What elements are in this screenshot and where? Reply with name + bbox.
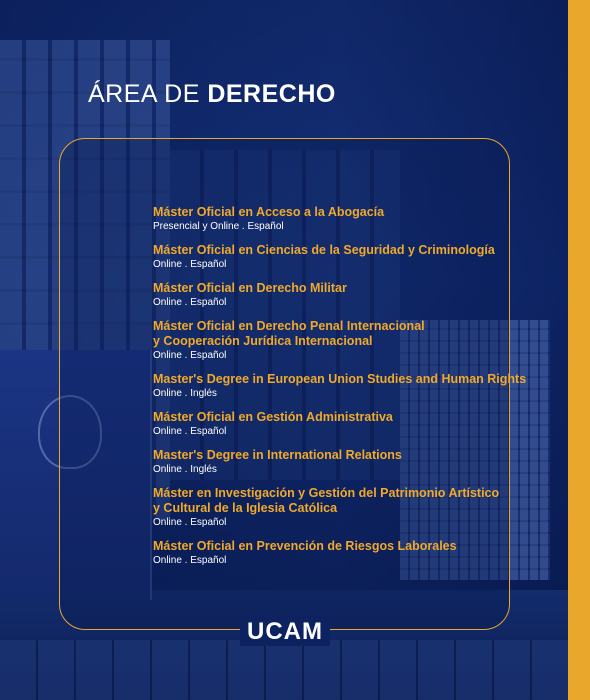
program-item: Máster Oficial en Gestión Administrativa… [153,410,533,438]
program-name: Máster en Investigación y Gestión del Pa… [153,486,533,516]
program-meta: Presencial y Online . Español [153,221,284,232]
program-meta: Online . Español [153,259,227,270]
program-name: Máster Oficial en Derecho Penal Internac… [153,319,533,349]
program-name-line: y Cooperación Jurídica Internacional [153,334,373,348]
ground-tiles [0,640,568,700]
program-name: Máster Oficial en Ciencias de la Segurid… [153,243,533,258]
program-name: Máster Oficial en Gestión Administrativa [153,410,533,425]
program-name-line: Máster Oficial en Acceso a la Abogacía [153,205,385,219]
program-name: Máster Oficial en Prevención de Riesgos … [153,539,533,554]
program-meta: Online . Español [153,350,227,361]
accent-bar [568,0,590,700]
program-meta: Online . Español [153,426,227,437]
program-name-line: Master's Degree in European Union Studie… [153,372,527,386]
program-name-line: Máster Oficial en Derecho Militar [153,281,347,295]
ucam-logo: UCAM [240,618,330,646]
title-bold: DERECHO [207,80,336,108]
program-item: Máster Oficial en Prevención de Riesgos … [153,539,533,567]
program-meta: Online . Inglés [153,464,217,475]
program-meta: Online . Español [153,517,227,528]
page-title: ÁREA DE DERECHO [88,80,336,109]
program-item: Máster Oficial en Derecho Penal Internac… [153,319,533,362]
program-name: Master's Degree in European Union Studie… [153,372,533,387]
program-item: Máster Oficial en Ciencias de la Segurid… [153,243,533,271]
program-name-line: Máster en Investigación y Gestión del Pa… [153,486,500,500]
program-item: Máster Oficial en Acceso a la Abogacía Pr… [153,205,533,233]
program-name: Master's Degree in International Relatio… [153,448,533,463]
program-item: Master's Degree in European Union Studie… [153,372,533,400]
program-name-line: Máster Oficial en Gestión Administrativa [153,410,393,424]
program-list: Máster Oficial en Acceso a la Abogacía Pr… [153,205,533,577]
program-name-line: Máster Oficial en Derecho Penal Internac… [153,319,425,333]
program-item: Master's Degree in International Relatio… [153,448,533,476]
title-light: ÁREA DE [88,80,208,108]
program-name-line: y Cultural de la Iglesia Católica [153,501,338,515]
program-name-line: Máster Oficial en Prevención de Riesgos … [153,539,457,553]
program-name: Máster Oficial en Derecho Militar [153,281,533,296]
program-meta: Online . Español [153,555,227,566]
program-item: Máster Oficial en Derecho Militar Online … [153,281,533,309]
program-name-line: Máster Oficial en Ciencias de la Segurid… [153,243,495,257]
program-name: Máster Oficial en Acceso a la Abogacía [153,205,533,220]
program-meta: Online . Inglés [153,388,217,399]
program-name-line: Master's Degree in International Relatio… [153,448,402,462]
program-item: Máster en Investigación y Gestión del Pa… [153,486,533,529]
program-meta: Online . Español [153,297,227,308]
